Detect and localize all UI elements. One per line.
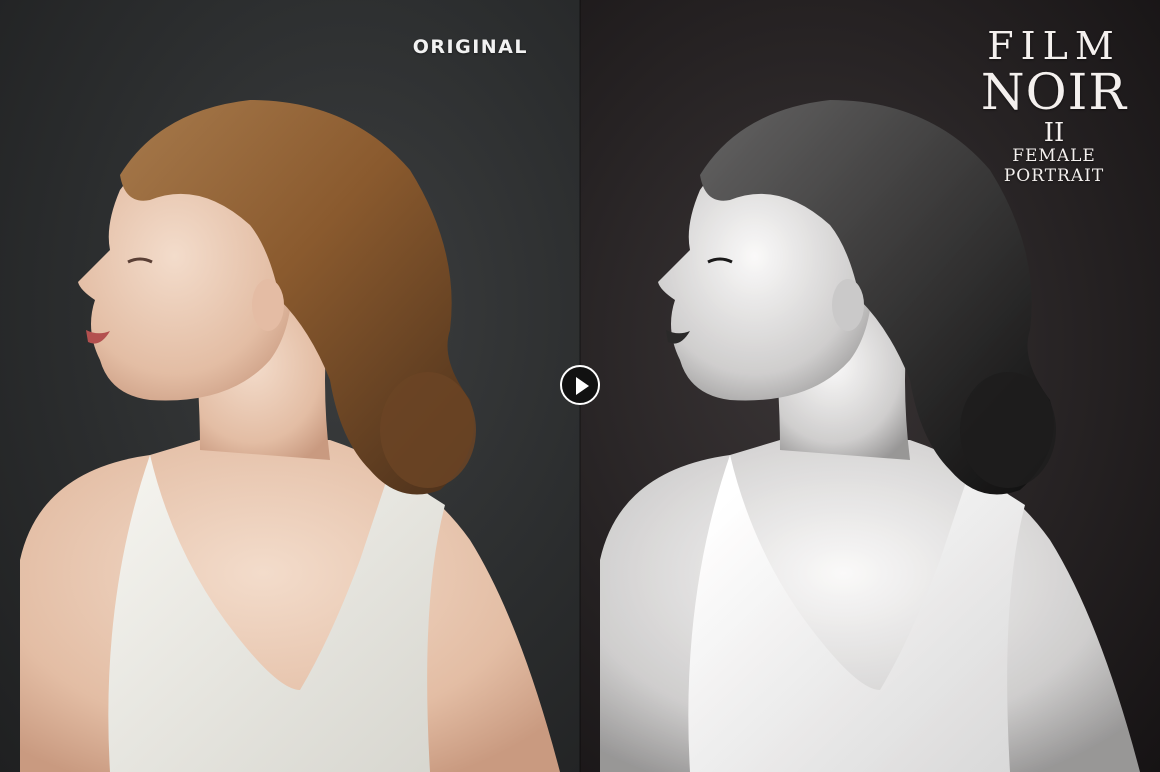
compare-toggle-button[interactable] [560,365,600,405]
play-icon [576,377,589,395]
subtitle-female: FEMALE [1012,146,1096,166]
original-portrait-image [20,100,560,772]
title-film: FILM [987,24,1121,68]
title-noir: NOIR [980,63,1128,121]
original-label: ORIGINAL [412,36,528,58]
title-numeral: II [1043,118,1065,148]
film-noir-title: FILM NOIR II FEMALE PORTRAIT [974,26,1134,186]
original-photo-panel: ORIGINAL [0,0,580,772]
film-noir-photo-panel: FILM NOIR II FEMALE PORTRAIT [580,0,1160,772]
before-after-comparison: ORIGINAL FILM NOIR II FEMALE PORTRAIT [0,0,1160,772]
subtitle-portrait: PORTRAIT [1003,166,1105,186]
